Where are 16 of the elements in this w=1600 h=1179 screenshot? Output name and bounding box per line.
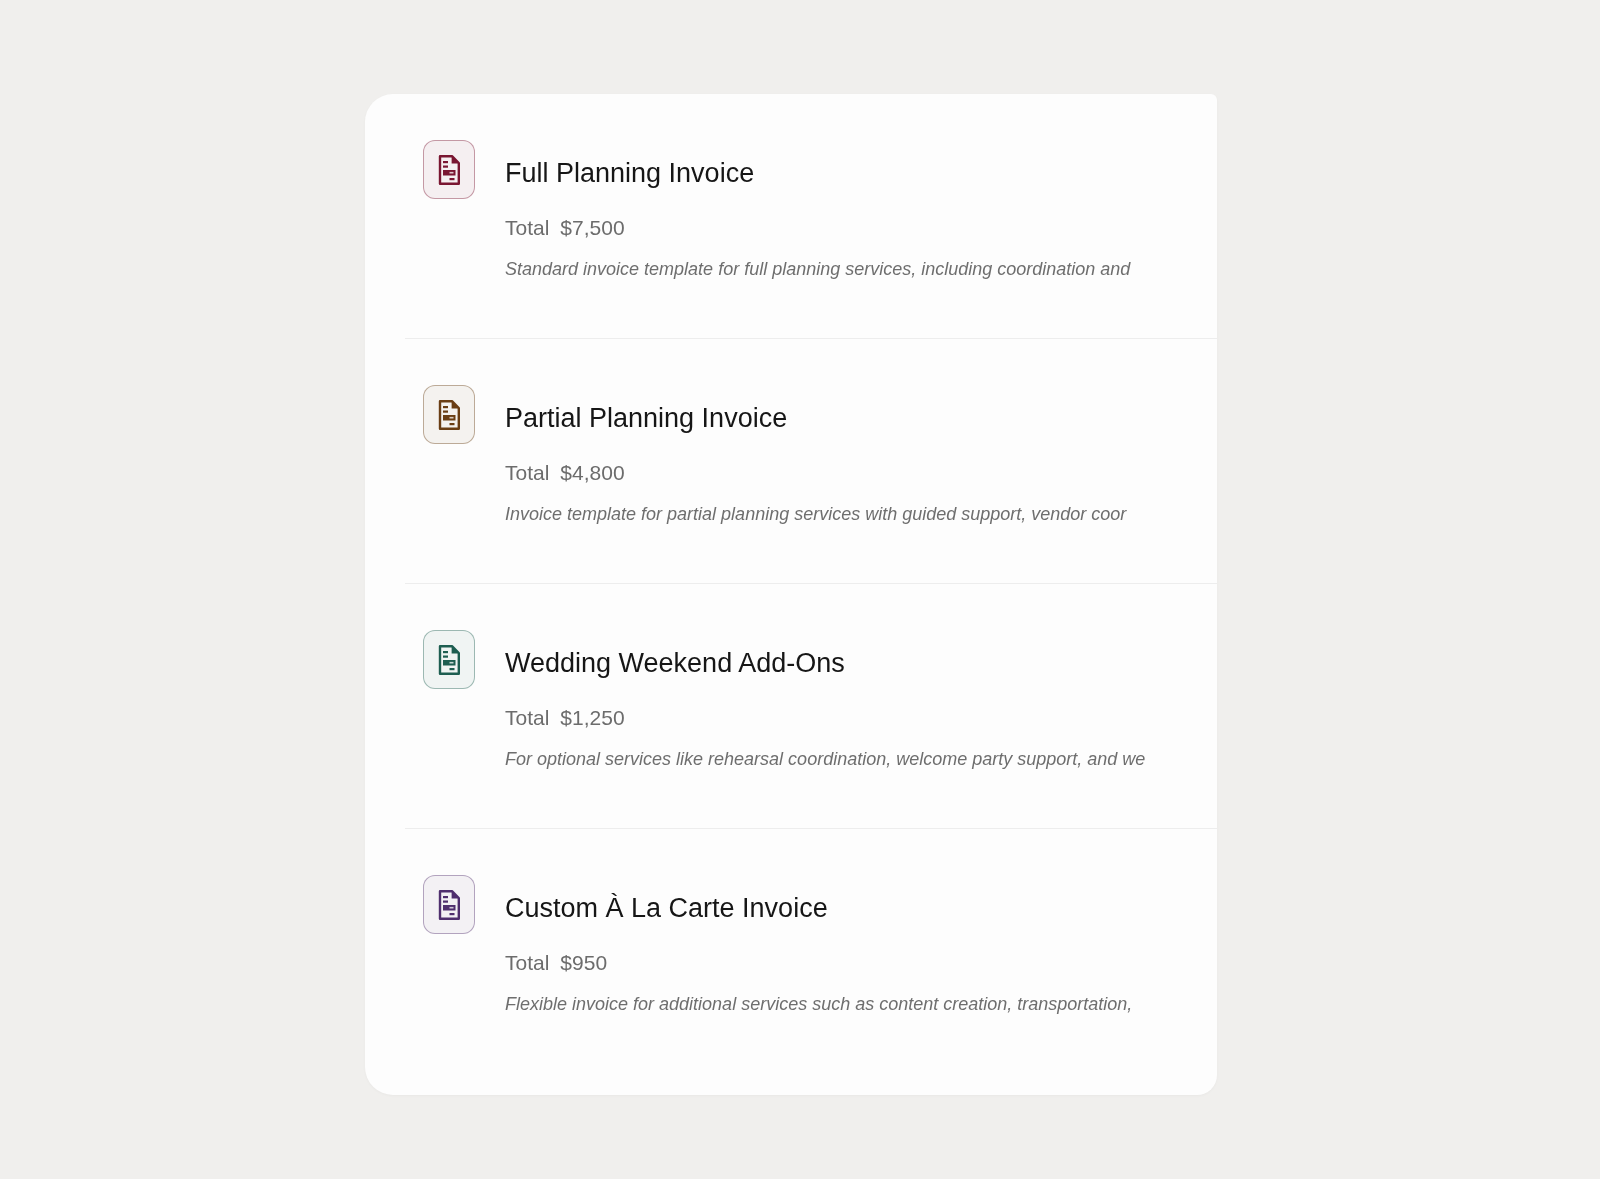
total-label: Total (505, 215, 550, 241)
invoice-title: Full Planning Invoice (505, 157, 756, 189)
invoice-title: Partial Planning Invoice (505, 402, 789, 434)
invoice-description: For optional services like rehearsal coordination, welcome party support, and we (505, 748, 1146, 771)
total-label: Total (505, 705, 550, 731)
total-amount: $4,800 (560, 460, 625, 486)
total-label: Total (505, 950, 550, 976)
invoice-title: Custom À La Carte Invoice (505, 892, 829, 924)
invoice-title: Wedding Weekend Add-Ons (505, 647, 846, 679)
invoice-description: Invoice template for partial planning services with guided support, vendor coor (505, 503, 1127, 526)
total-amount: $950 (560, 950, 608, 976)
invoice-description: Standard invoice template for full planning services, including coordination and (505, 258, 1131, 281)
total-amount: $7,500 (560, 215, 625, 241)
total-label: Total (505, 460, 550, 486)
invoice-description: Flexible invoice for additional services such as content creation, transportation, (505, 993, 1133, 1016)
total-amount: $1,250 (560, 705, 625, 731)
